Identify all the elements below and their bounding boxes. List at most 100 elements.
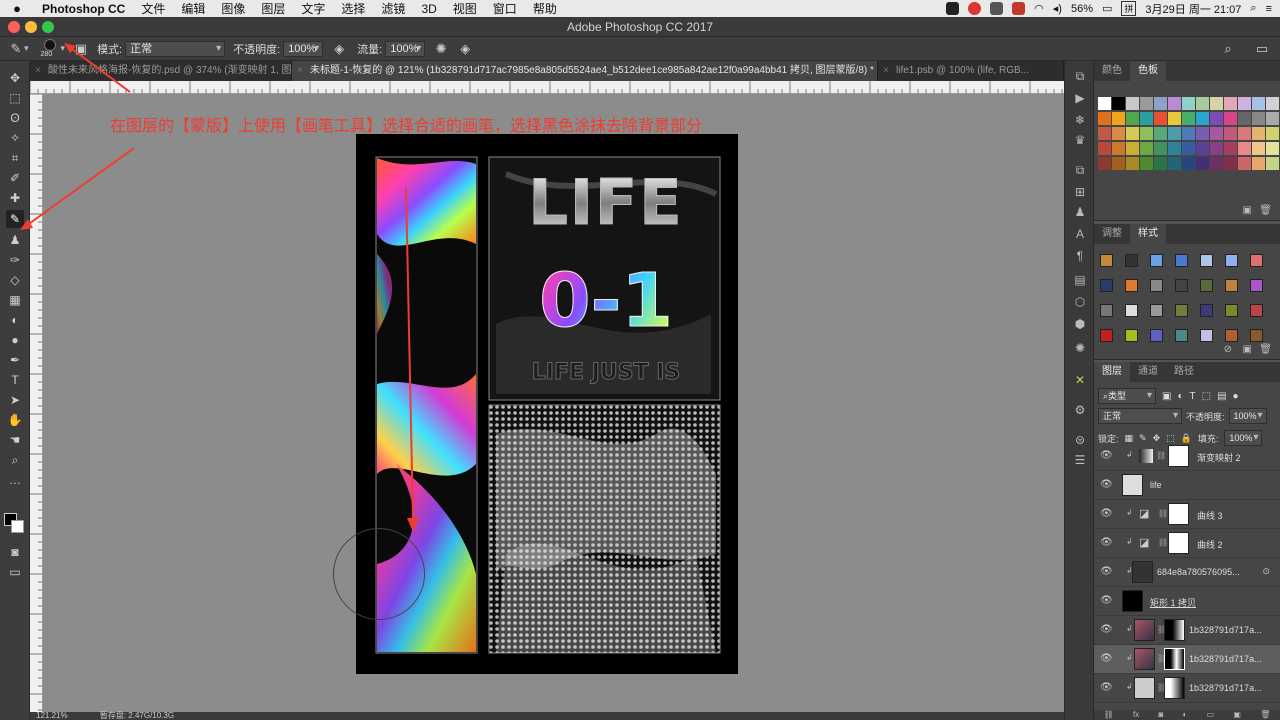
clone-source-icon[interactable]: ♛: [1073, 133, 1087, 147]
timeline-icon[interactable]: ✺: [1073, 341, 1087, 355]
character-icon[interactable]: A: [1073, 227, 1087, 241]
color-swatch[interactable]: [1210, 127, 1223, 140]
style-swatch[interactable]: [1225, 279, 1238, 292]
paragraph-icon[interactable]: ¶: [1073, 249, 1087, 263]
style-swatch[interactable]: [1200, 329, 1213, 342]
layer-mask-thumb[interactable]: [1164, 619, 1185, 641]
style-swatch[interactable]: [1175, 329, 1188, 342]
layer-row[interactable]: 👁 life: [1094, 471, 1280, 500]
style-swatch[interactable]: [1250, 279, 1263, 292]
link-layers-icon[interactable]: ⛓: [1104, 710, 1114, 720]
glyphs-icon[interactable]: ⬡: [1073, 295, 1087, 309]
filter-pixel-icon[interactable]: ▣: [1162, 391, 1171, 402]
color-swatch[interactable]: [1224, 157, 1237, 170]
color-swatch[interactable]: [1252, 97, 1265, 110]
style-swatch[interactable]: [1125, 254, 1138, 267]
color-swatch[interactable]: [1112, 142, 1125, 155]
color-swatch[interactable]: [1224, 127, 1237, 140]
color-swatch[interactable]: [1098, 127, 1111, 140]
visibility-eye-icon[interactable]: 👁: [1100, 566, 1113, 577]
layer-mask-thumb[interactable]: [1168, 445, 1189, 467]
visibility-eye-icon[interactable]: 👁: [1100, 682, 1113, 693]
tools-x-icon[interactable]: ✕: [1073, 373, 1087, 387]
filter-shape-icon[interactable]: ⬚: [1202, 391, 1211, 402]
adjust-icon[interactable]: ⚙: [1073, 403, 1087, 417]
layer-name[interactable]: 曲线 2: [1197, 538, 1223, 551]
color-swatch[interactable]: [1154, 97, 1167, 110]
smart-object-thumb[interactable]: [1122, 474, 1143, 496]
style-swatch[interactable]: [1125, 329, 1138, 342]
color-swatch[interactable]: [1112, 127, 1125, 140]
color-swatch[interactable]: [1238, 157, 1251, 170]
color-swatch[interactable]: [1098, 112, 1111, 125]
color-swatch[interactable]: [1182, 97, 1195, 110]
layer-row[interactable]: 👁 ↲ ⛓ 1b328791d717a...: [1094, 674, 1280, 703]
smart-filter-icon[interactable]: ⊙: [1262, 566, 1270, 577]
color-swatch[interactable]: [1168, 127, 1181, 140]
style-swatch[interactable]: [1250, 254, 1263, 267]
color-swatch[interactable]: [1098, 97, 1111, 110]
style-swatch[interactable]: [1225, 304, 1238, 317]
color-swatch[interactable]: [1168, 142, 1181, 155]
color-swatch[interactable]: [1126, 97, 1139, 110]
3d-icon[interactable]: ⬢: [1073, 317, 1087, 331]
color-swatch[interactable]: [1210, 142, 1223, 155]
tab-channels[interactable]: 通道: [1130, 362, 1166, 382]
filter-toggle-icon[interactable]: ●: [1233, 391, 1239, 402]
color-swatch[interactable]: [1266, 142, 1279, 155]
color-swatch[interactable]: [1224, 97, 1237, 110]
color-swatch[interactable]: [1266, 112, 1279, 125]
tab-color[interactable]: 颜色: [1094, 61, 1130, 81]
layer-name[interactable]: 曲线 3: [1197, 509, 1223, 522]
brush-presets-icon[interactable]: ❄: [1073, 113, 1087, 127]
visibility-eye-icon[interactable]: 👁: [1100, 537, 1113, 548]
layer-mask-thumb[interactable]: [1164, 677, 1185, 699]
layer-name[interactable]: 1b328791d717a...: [1189, 683, 1262, 693]
color-swatch[interactable]: [1140, 157, 1153, 170]
filter-smart-icon[interactable]: ▤: [1217, 391, 1226, 402]
style-swatch[interactable]: [1175, 254, 1188, 267]
color-swatch[interactable]: [1252, 127, 1265, 140]
trash-icon[interactable]: 🗑: [1259, 344, 1272, 355]
new-adjustment-icon[interactable]: ◐: [1183, 710, 1188, 720]
blend-mode-select[interactable]: 正常: [1098, 408, 1182, 424]
trash-icon[interactable]: 🗑: [1260, 710, 1270, 720]
color-swatch[interactable]: [1266, 127, 1279, 140]
color-swatch[interactable]: [1196, 112, 1209, 125]
layer-thumb[interactable]: [1134, 648, 1155, 670]
color-swatch[interactable]: [1252, 112, 1265, 125]
color-swatch[interactable]: [1182, 142, 1195, 155]
tab-styles[interactable]: 样式: [1130, 224, 1166, 244]
color-swatch[interactable]: [1126, 157, 1139, 170]
color-swatch[interactable]: [1098, 157, 1111, 170]
layer-mask-thumb[interactable]: [1168, 532, 1189, 554]
new-layer-icon[interactable]: ▣: [1233, 710, 1241, 720]
style-swatch[interactable]: [1175, 304, 1188, 317]
layer-row[interactable]: 👁 ↲ ⛓ 1b328791d717a...: [1094, 616, 1280, 645]
color-swatch[interactable]: [1140, 142, 1153, 155]
layer-mask-thumb[interactable]: [1168, 503, 1189, 525]
color-swatch[interactable]: [1098, 142, 1111, 155]
style-swatch[interactable]: [1125, 279, 1138, 292]
color-swatch[interactable]: [1126, 112, 1139, 125]
color-swatch[interactable]: [1126, 142, 1139, 155]
color-swatch[interactable]: [1252, 142, 1265, 155]
info-icon[interactable]: ⊞: [1073, 185, 1087, 199]
color-swatch[interactable]: [1112, 157, 1125, 170]
style-swatch[interactable]: [1100, 304, 1113, 317]
style-swatch[interactable]: [1150, 279, 1163, 292]
new-group-icon[interactable]: ▭: [1207, 710, 1215, 720]
style-swatch[interactable]: [1150, 304, 1163, 317]
tab-layers[interactable]: 图层: [1094, 362, 1130, 382]
layer-row[interactable]: 👁 ↲ 684e8a780576095... ⊙: [1094, 558, 1280, 587]
color-swatch[interactable]: [1154, 127, 1167, 140]
color-swatch[interactable]: [1224, 142, 1237, 155]
visibility-eye-icon[interactable]: 👁: [1100, 479, 1113, 490]
color-swatch[interactable]: [1252, 157, 1265, 170]
layer-name[interactable]: 1b328791d717a...: [1189, 625, 1262, 635]
clear-style-icon[interactable]: ⊘: [1224, 344, 1232, 355]
sliders-icon[interactable]: ☰: [1073, 453, 1087, 467]
color-swatch[interactable]: [1210, 97, 1223, 110]
layer-thumb[interactable]: [1132, 561, 1153, 583]
color-swatch[interactable]: [1140, 127, 1153, 140]
